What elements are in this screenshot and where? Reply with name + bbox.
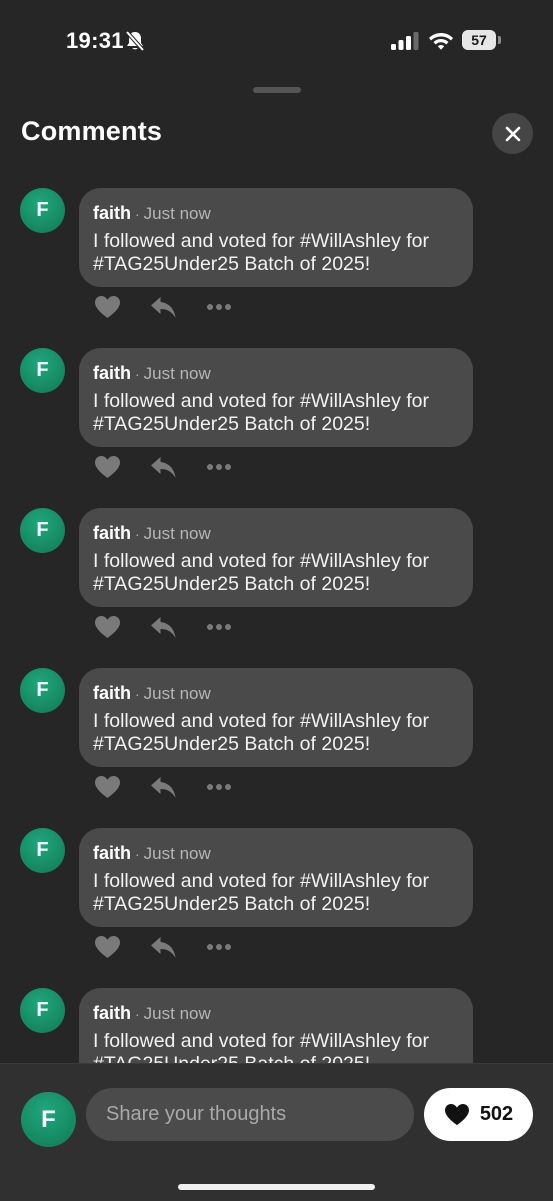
- comment-text: I followed and voted for #WillAshley for…: [93, 390, 429, 435]
- comment-time: Just now: [143, 1004, 211, 1023]
- comment-bubble[interactable]: faith · Just now I followed and voted for …: [79, 668, 473, 767]
- separator-dot: ·: [135, 526, 140, 542]
- comment-bubble[interactable]: faith · Just now I followed and voted for …: [79, 828, 473, 927]
- heart-icon: [444, 1103, 469, 1126]
- battery-icon: 57: [462, 30, 496, 50]
- comment-bubble[interactable]: faith · Just now I followed and voted for …: [79, 188, 473, 287]
- close-icon: [505, 126, 520, 141]
- home-indicator[interactable]: [178, 1184, 375, 1190]
- wifi-icon: [429, 33, 453, 50]
- signal-icon: [391, 32, 419, 50]
- separator-dot: ·: [135, 206, 140, 222]
- comment-text: I followed and voted for #WillAshley for…: [93, 550, 429, 595]
- comment-bubble[interactable]: faith · Just now I followed and voted for …: [79, 988, 473, 1063]
- comment-author[interactable]: faith: [93, 523, 131, 543]
- reply-icon[interactable]: [150, 295, 177, 319]
- comment-time: Just now: [143, 684, 211, 703]
- comment-time: Just now: [143, 364, 211, 383]
- avatar[interactable]: F: [20, 988, 65, 1033]
- comment-text: I followed and voted for #WillAshley for…: [93, 1030, 429, 1063]
- more-icon[interactable]: [206, 295, 232, 319]
- comment-item: F faith · Just now I followed and voted fo…: [0, 508, 553, 668]
- like-count: 502: [479, 1103, 514, 1125]
- separator-dot: ·: [135, 686, 140, 702]
- comment-item: F faith · Just now I followed and voted fo…: [0, 348, 553, 508]
- avatar[interactable]: F: [21, 1092, 76, 1147]
- heart-icon[interactable]: [94, 615, 121, 639]
- more-icon[interactable]: [206, 455, 232, 479]
- heart-icon[interactable]: [94, 455, 121, 479]
- comment-author[interactable]: faith: [93, 363, 131, 383]
- separator-dot: ·: [135, 1006, 140, 1022]
- heart-icon[interactable]: [94, 775, 121, 799]
- comment-item: F faith · Just now I followed and voted fo…: [0, 988, 553, 1063]
- more-icon[interactable]: [206, 935, 232, 959]
- comment-text: I followed and voted for #WillAshley for…: [93, 870, 429, 915]
- separator-dot: ·: [135, 846, 140, 862]
- more-icon[interactable]: [206, 615, 232, 639]
- bell-off-icon: [125, 30, 145, 52]
- comment-author[interactable]: faith: [93, 1003, 131, 1023]
- comment-item: F faith · Just now I followed and voted fo…: [0, 828, 553, 988]
- heart-icon[interactable]: [94, 295, 121, 319]
- sheet-title: Comments: [21, 116, 163, 146]
- comment-time: Just now: [143, 524, 211, 543]
- reply-icon[interactable]: [150, 455, 177, 479]
- comment-text: I followed and voted for #WillAshley for…: [93, 710, 429, 755]
- comment-item: F faith · Just now I followed and voted fo…: [0, 668, 553, 828]
- battery-level: 57: [471, 32, 487, 48]
- comment-bubble[interactable]: faith · Just now I followed and voted for …: [79, 508, 473, 607]
- avatar[interactable]: F: [20, 508, 65, 553]
- comment-time: Just now: [143, 844, 211, 863]
- comment-bubble[interactable]: faith · Just now I followed and voted for …: [79, 348, 473, 447]
- reply-icon[interactable]: [150, 935, 177, 959]
- comment-item: F faith · Just now I followed and voted fo…: [0, 188, 553, 348]
- comment-author[interactable]: faith: [93, 203, 131, 223]
- sheet-drag-handle[interactable]: [253, 87, 301, 93]
- close-button[interactable]: [492, 113, 533, 154]
- heart-icon[interactable]: [94, 935, 121, 959]
- status-time: 19:31: [66, 28, 124, 53]
- avatar[interactable]: F: [20, 188, 65, 233]
- avatar[interactable]: F: [20, 348, 65, 393]
- comment-author[interactable]: faith: [93, 683, 131, 703]
- like-count-button[interactable]: 502: [424, 1088, 533, 1141]
- avatar[interactable]: F: [20, 828, 65, 873]
- reply-icon[interactable]: [150, 615, 177, 639]
- more-icon[interactable]: [206, 775, 232, 799]
- comments-list[interactable]: F faith · Just now I followed and voted fo…: [0, 188, 553, 1063]
- comment-input[interactable]: [86, 1088, 414, 1141]
- reply-icon[interactable]: [150, 775, 177, 799]
- comment-author[interactable]: faith: [93, 843, 131, 863]
- battery-tip: [498, 36, 501, 44]
- comment-text: I followed and voted for #WillAshley for…: [93, 230, 429, 275]
- avatar[interactable]: F: [20, 668, 65, 713]
- separator-dot: ·: [135, 366, 140, 382]
- comment-time: Just now: [143, 204, 211, 223]
- comment-composer: F 502: [0, 1063, 553, 1201]
- status-bar: 19:31 57: [0, 0, 553, 80]
